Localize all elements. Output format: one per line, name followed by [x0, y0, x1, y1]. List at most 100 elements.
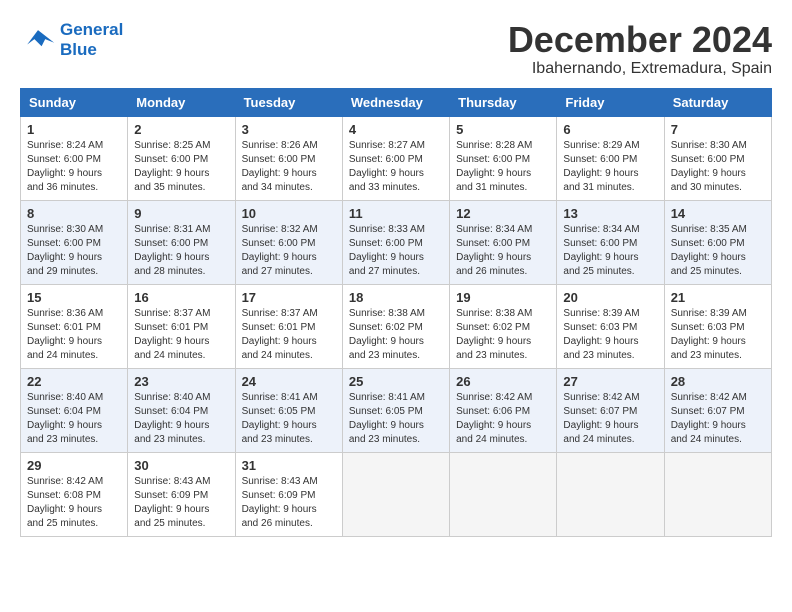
calendar-week-5: 29 Sunrise: 8:42 AMSunset: 6:08 PMDaylig… — [21, 452, 772, 536]
calendar-week-3: 15 Sunrise: 8:36 AMSunset: 6:01 PMDaylig… — [21, 284, 772, 368]
calendar-cell: 26 Sunrise: 8:42 AMSunset: 6:06 PMDaylig… — [450, 368, 557, 452]
day-number: 29 — [27, 458, 121, 473]
col-header-thursday: Thursday — [450, 88, 557, 116]
calendar-cell: 6 Sunrise: 8:29 AMSunset: 6:00 PMDayligh… — [557, 116, 664, 200]
calendar-cell: 14 Sunrise: 8:35 AMSunset: 6:00 PMDaylig… — [664, 200, 771, 284]
day-number: 31 — [242, 458, 336, 473]
logo-text: General Blue — [60, 20, 123, 60]
day-number: 20 — [563, 290, 657, 305]
day-info: Sunrise: 8:25 AMSunset: 6:00 PMDaylight:… — [134, 139, 228, 195]
day-info: Sunrise: 8:32 AMSunset: 6:00 PMDaylight:… — [242, 223, 336, 279]
day-number: 3 — [242, 122, 336, 137]
day-info: Sunrise: 8:43 AMSunset: 6:09 PMDaylight:… — [134, 475, 228, 531]
day-number: 14 — [671, 206, 765, 221]
calendar-cell: 28 Sunrise: 8:42 AMSunset: 6:07 PMDaylig… — [664, 368, 771, 452]
day-info: Sunrise: 8:26 AMSunset: 6:00 PMDaylight:… — [242, 139, 336, 195]
day-number: 1 — [27, 122, 121, 137]
day-number: 28 — [671, 374, 765, 389]
day-info: Sunrise: 8:35 AMSunset: 6:00 PMDaylight:… — [671, 223, 765, 279]
day-info: Sunrise: 8:37 AMSunset: 6:01 PMDaylight:… — [134, 307, 228, 363]
calendar-cell: 11 Sunrise: 8:33 AMSunset: 6:00 PMDaylig… — [342, 200, 449, 284]
calendar-cell: 25 Sunrise: 8:41 AMSunset: 6:05 PMDaylig… — [342, 368, 449, 452]
day-number: 16 — [134, 290, 228, 305]
calendar-cell: 10 Sunrise: 8:32 AMSunset: 6:00 PMDaylig… — [235, 200, 342, 284]
day-number: 15 — [27, 290, 121, 305]
day-info: Sunrise: 8:28 AMSunset: 6:00 PMDaylight:… — [456, 139, 550, 195]
calendar-cell: 4 Sunrise: 8:27 AMSunset: 6:00 PMDayligh… — [342, 116, 449, 200]
calendar-cell: 13 Sunrise: 8:34 AMSunset: 6:00 PMDaylig… — [557, 200, 664, 284]
calendar-cell: 3 Sunrise: 8:26 AMSunset: 6:00 PMDayligh… — [235, 116, 342, 200]
day-number: 27 — [563, 374, 657, 389]
calendar-week-2: 8 Sunrise: 8:30 AMSunset: 6:00 PMDayligh… — [21, 200, 772, 284]
calendar-cell: 29 Sunrise: 8:42 AMSunset: 6:08 PMDaylig… — [21, 452, 128, 536]
day-info: Sunrise: 8:24 AMSunset: 6:00 PMDaylight:… — [27, 139, 121, 195]
day-info: Sunrise: 8:29 AMSunset: 6:00 PMDaylight:… — [563, 139, 657, 195]
day-info: Sunrise: 8:34 AMSunset: 6:00 PMDaylight:… — [563, 223, 657, 279]
day-info: Sunrise: 8:42 AMSunset: 6:06 PMDaylight:… — [456, 391, 550, 447]
day-number: 19 — [456, 290, 550, 305]
col-header-wednesday: Wednesday — [342, 88, 449, 116]
calendar-cell — [342, 452, 449, 536]
day-number: 21 — [671, 290, 765, 305]
calendar-cell: 19 Sunrise: 8:38 AMSunset: 6:02 PMDaylig… — [450, 284, 557, 368]
day-info: Sunrise: 8:41 AMSunset: 6:05 PMDaylight:… — [349, 391, 443, 447]
calendar-week-4: 22 Sunrise: 8:40 AMSunset: 6:04 PMDaylig… — [21, 368, 772, 452]
day-number: 7 — [671, 122, 765, 137]
day-number: 17 — [242, 290, 336, 305]
logo-icon — [20, 26, 56, 54]
col-header-tuesday: Tuesday — [235, 88, 342, 116]
day-info: Sunrise: 8:38 AMSunset: 6:02 PMDaylight:… — [456, 307, 550, 363]
day-info: Sunrise: 8:37 AMSunset: 6:01 PMDaylight:… — [242, 307, 336, 363]
day-number: 10 — [242, 206, 336, 221]
day-info: Sunrise: 8:42 AMSunset: 6:08 PMDaylight:… — [27, 475, 121, 531]
col-header-friday: Friday — [557, 88, 664, 116]
calendar-cell: 21 Sunrise: 8:39 AMSunset: 6:03 PMDaylig… — [664, 284, 771, 368]
day-number: 5 — [456, 122, 550, 137]
calendar-cell — [664, 452, 771, 536]
day-info: Sunrise: 8:31 AMSunset: 6:00 PMDaylight:… — [134, 223, 228, 279]
calendar-cell: 5 Sunrise: 8:28 AMSunset: 6:00 PMDayligh… — [450, 116, 557, 200]
day-number: 26 — [456, 374, 550, 389]
day-info: Sunrise: 8:40 AMSunset: 6:04 PMDaylight:… — [134, 391, 228, 447]
calendar-week-1: 1 Sunrise: 8:24 AMSunset: 6:00 PMDayligh… — [21, 116, 772, 200]
calendar-cell — [450, 452, 557, 536]
day-number: 4 — [349, 122, 443, 137]
calendar-cell: 1 Sunrise: 8:24 AMSunset: 6:00 PMDayligh… — [21, 116, 128, 200]
month-title: December 2024 — [508, 20, 772, 60]
day-number: 9 — [134, 206, 228, 221]
calendar-cell: 2 Sunrise: 8:25 AMSunset: 6:00 PMDayligh… — [128, 116, 235, 200]
day-info: Sunrise: 8:42 AMSunset: 6:07 PMDaylight:… — [671, 391, 765, 447]
day-info: Sunrise: 8:43 AMSunset: 6:09 PMDaylight:… — [242, 475, 336, 531]
col-header-sunday: Sunday — [21, 88, 128, 116]
day-number: 8 — [27, 206, 121, 221]
calendar-cell: 18 Sunrise: 8:38 AMSunset: 6:02 PMDaylig… — [342, 284, 449, 368]
calendar-table: SundayMondayTuesdayWednesdayThursdayFrid… — [20, 88, 772, 537]
calendar-cell: 15 Sunrise: 8:36 AMSunset: 6:01 PMDaylig… — [21, 284, 128, 368]
day-number: 30 — [134, 458, 228, 473]
day-number: 22 — [27, 374, 121, 389]
col-header-monday: Monday — [128, 88, 235, 116]
day-number: 18 — [349, 290, 443, 305]
calendar-cell: 12 Sunrise: 8:34 AMSunset: 6:00 PMDaylig… — [450, 200, 557, 284]
day-info: Sunrise: 8:42 AMSunset: 6:07 PMDaylight:… — [563, 391, 657, 447]
calendar-cell: 8 Sunrise: 8:30 AMSunset: 6:00 PMDayligh… — [21, 200, 128, 284]
day-info: Sunrise: 8:38 AMSunset: 6:02 PMDaylight:… — [349, 307, 443, 363]
day-number: 24 — [242, 374, 336, 389]
calendar-cell: 22 Sunrise: 8:40 AMSunset: 6:04 PMDaylig… — [21, 368, 128, 452]
day-number: 13 — [563, 206, 657, 221]
day-number: 12 — [456, 206, 550, 221]
day-number: 2 — [134, 122, 228, 137]
day-info: Sunrise: 8:30 AMSunset: 6:00 PMDaylight:… — [671, 139, 765, 195]
day-info: Sunrise: 8:30 AMSunset: 6:00 PMDaylight:… — [27, 223, 121, 279]
calendar-cell: 31 Sunrise: 8:43 AMSunset: 6:09 PMDaylig… — [235, 452, 342, 536]
day-info: Sunrise: 8:34 AMSunset: 6:00 PMDaylight:… — [456, 223, 550, 279]
calendar-cell: 30 Sunrise: 8:43 AMSunset: 6:09 PMDaylig… — [128, 452, 235, 536]
day-info: Sunrise: 8:41 AMSunset: 6:05 PMDaylight:… — [242, 391, 336, 447]
day-number: 25 — [349, 374, 443, 389]
calendar-cell — [557, 452, 664, 536]
calendar-cell: 7 Sunrise: 8:30 AMSunset: 6:00 PMDayligh… — [664, 116, 771, 200]
header: General Blue December 2024 Ibahernando, … — [20, 20, 772, 78]
day-number: 11 — [349, 206, 443, 221]
calendar-cell: 23 Sunrise: 8:40 AMSunset: 6:04 PMDaylig… — [128, 368, 235, 452]
calendar-cell: 16 Sunrise: 8:37 AMSunset: 6:01 PMDaylig… — [128, 284, 235, 368]
